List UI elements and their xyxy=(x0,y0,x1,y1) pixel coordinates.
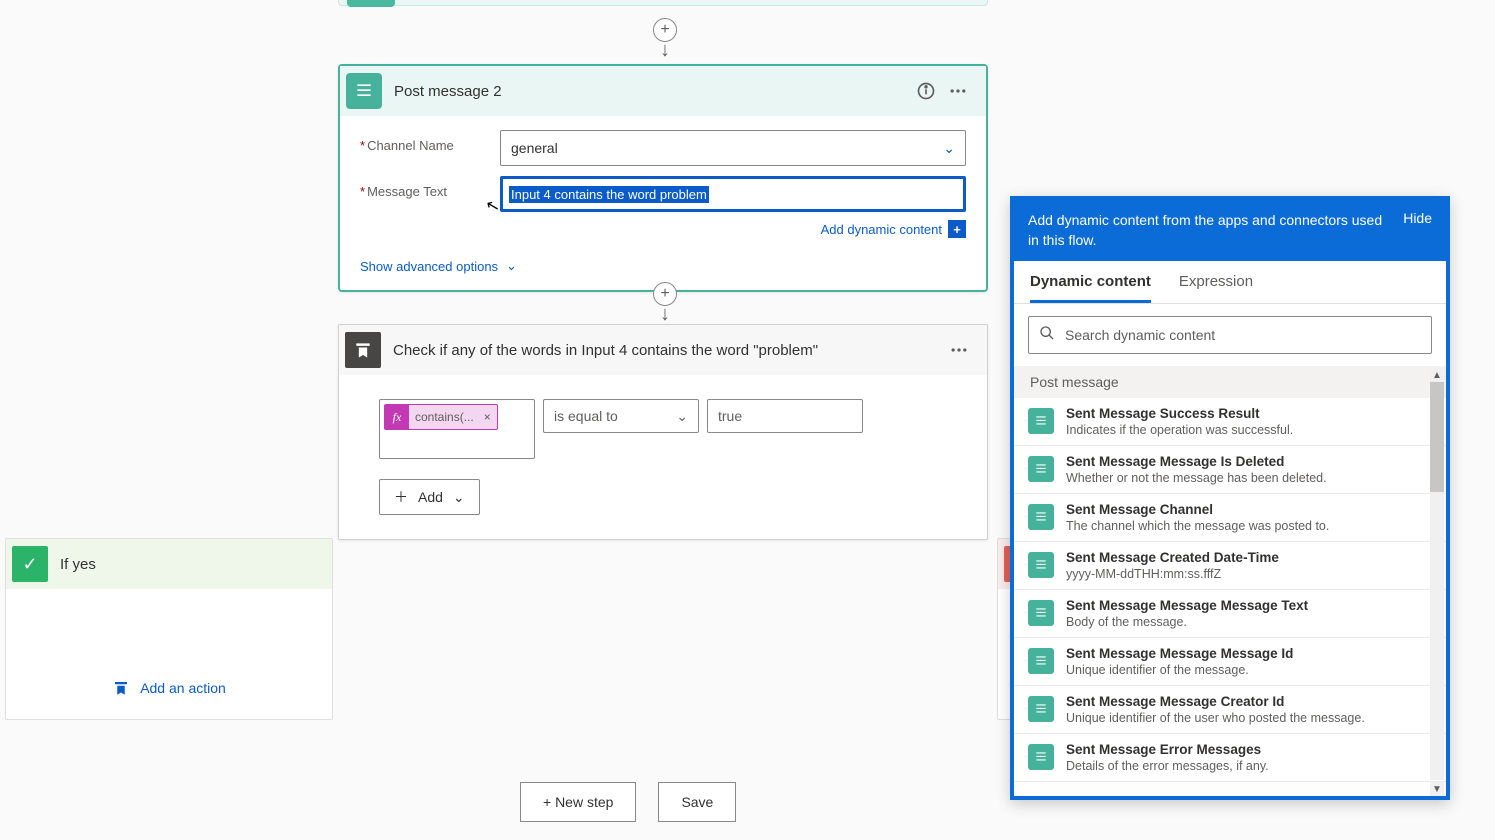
panel-description: Add dynamic content from the apps and co… xyxy=(1028,210,1389,251)
dynamic-content-item[interactable]: Sent Message Success Result Indicates if… xyxy=(1014,398,1446,446)
connector-add-2: + ↓ xyxy=(653,282,677,324)
connector-icon xyxy=(1028,408,1054,434)
item-title: Sent Message Message Message Id xyxy=(1066,646,1293,661)
card-title: Post message 2 xyxy=(394,83,910,100)
item-description: Indicates if the operation was successfu… xyxy=(1066,423,1293,437)
connector-icon xyxy=(1028,744,1054,770)
plus-icon: ＋ xyxy=(394,487,408,507)
scrollbar[interactable] xyxy=(1430,382,1444,780)
scrollbar-thumb[interactable] xyxy=(1430,382,1444,492)
info-button[interactable] xyxy=(910,75,942,107)
connector-icon xyxy=(1028,648,1054,674)
condition-left-input[interactable]: fx contains(... × xyxy=(379,399,535,459)
item-description: Whether or not the message has been dele… xyxy=(1066,471,1327,485)
add-condition-button[interactable]: ＋ Add ⌄ xyxy=(379,479,480,515)
branch-header[interactable]: ✓ If yes xyxy=(6,539,332,589)
item-description: Unique identifier of the user who posted… xyxy=(1066,711,1365,725)
more-menu-button[interactable] xyxy=(942,75,974,107)
group-header: Post message xyxy=(1014,366,1446,398)
save-button[interactable]: Save xyxy=(658,782,736,822)
dynamic-content-item[interactable]: Sent Message Message Message Text Body o… xyxy=(1014,590,1446,638)
chevron-down-icon: ⌄ xyxy=(676,408,688,425)
hide-panel-button[interactable]: Hide xyxy=(1403,210,1432,226)
footer-buttons: + New step Save xyxy=(520,782,736,822)
item-description: yyyy-MM-ddTHH:mm:ss.fffZ xyxy=(1066,567,1279,581)
more-menu-button[interactable] xyxy=(943,334,975,366)
card-header[interactable]: Check if any of the words in Input 4 con… xyxy=(339,325,987,375)
search-placeholder: Search dynamic content xyxy=(1065,327,1215,343)
item-title: Sent Message Created Date-Time xyxy=(1066,550,1279,565)
search-input[interactable]: Search dynamic content xyxy=(1028,316,1432,354)
condition-icon xyxy=(345,332,381,368)
panel-tabs: Dynamic content Expression xyxy=(1014,261,1446,304)
card-title: Check if any of the words in Input 4 con… xyxy=(393,342,943,359)
chevron-down-icon: ⌄ xyxy=(453,489,465,506)
add-action-button[interactable]: Add an action xyxy=(112,679,226,697)
dynamic-content-item[interactable]: Sent Message Created Date-Time yyyy-MM-d… xyxy=(1014,542,1446,590)
item-title: Sent Message Message Is Deleted xyxy=(1066,454,1327,469)
fx-icon: fx xyxy=(385,405,409,429)
channel-label: *Channel Name xyxy=(360,130,500,153)
tab-expression[interactable]: Expression xyxy=(1179,273,1253,303)
dynamic-content-panel: Add dynamic content from the apps and co… xyxy=(1010,196,1450,800)
connector-icon xyxy=(346,73,382,109)
message-text-selection: Input 4 contains the word problem xyxy=(509,186,709,203)
tab-dynamic-content[interactable]: Dynamic content xyxy=(1030,273,1151,303)
arrow-down-icon: ↓ xyxy=(660,40,670,60)
operator-select[interactable]: is equal to ⌄ xyxy=(543,399,699,433)
branch-title: If yes xyxy=(60,556,96,573)
check-icon: ✓ xyxy=(12,546,48,582)
branch-yes: ✓ If yes Add an action xyxy=(5,538,333,720)
item-description: The channel which the message was posted… xyxy=(1066,519,1329,533)
remove-token-button[interactable]: × xyxy=(478,410,497,424)
connector-icon xyxy=(1028,600,1054,626)
step-post-message-2: Post message 2 *Channel Name general ⌄ *… xyxy=(338,64,988,292)
item-title: Sent Message Success Result xyxy=(1066,406,1293,421)
show-advanced-options[interactable]: Show advanced options ⌄ xyxy=(360,258,966,274)
dynamic-content-item[interactable]: Sent Message Error Messages Details of t… xyxy=(1014,734,1446,782)
connector-icon xyxy=(1028,696,1054,722)
item-description: Body of the message. xyxy=(1066,615,1308,629)
scroll-down-arrow[interactable]: ▼ xyxy=(1430,782,1444,796)
message-text-input[interactable]: Input 4 contains the word problem xyxy=(500,176,966,212)
expression-token[interactable]: fx contains(... × xyxy=(384,404,498,430)
channel-select[interactable]: general ⌄ xyxy=(500,130,966,166)
scroll-up-arrow[interactable]: ▲ xyxy=(1430,368,1444,382)
dynamic-content-item[interactable]: Sent Message Message Message Id Unique i… xyxy=(1014,638,1446,686)
item-title: Sent Message Message Creator Id xyxy=(1066,694,1365,709)
item-description: Details of the error messages, if any. xyxy=(1066,759,1269,773)
condition-value-input[interactable]: true xyxy=(707,399,863,433)
new-step-button[interactable]: + New step xyxy=(520,782,636,822)
dynamic-content-item[interactable]: Sent Message Channel The channel which t… xyxy=(1014,494,1446,542)
step-condition: Check if any of the words in Input 4 con… xyxy=(338,324,988,540)
dynamic-content-item[interactable]: Sent Message Message Is Deleted Whether … xyxy=(1014,446,1446,494)
search-icon xyxy=(1039,325,1055,344)
connector-icon xyxy=(347,0,395,7)
connector-icon xyxy=(1028,456,1054,482)
card-header[interactable]: Post message 2 xyxy=(340,66,986,116)
item-description: Unique identifier of the message. xyxy=(1066,663,1293,677)
connector-icon xyxy=(1028,504,1054,530)
plus-icon: + xyxy=(948,220,966,238)
connector-add-1: + ↓ xyxy=(653,18,677,60)
step-post-message-prior[interactable] xyxy=(338,0,988,6)
arrow-down-icon: ↓ xyxy=(660,304,670,324)
item-title: Sent Message Error Messages xyxy=(1066,742,1269,757)
item-title: Sent Message Message Message Text xyxy=(1066,598,1308,613)
channel-value: general xyxy=(511,140,558,156)
chevron-down-icon: ⌄ xyxy=(943,140,955,157)
connector-icon xyxy=(1028,552,1054,578)
item-title: Sent Message Channel xyxy=(1066,502,1329,517)
dynamic-items-list[interactable]: Sent Message Success Result Indicates if… xyxy=(1014,398,1446,796)
add-dynamic-content-link[interactable]: Add dynamic content + xyxy=(500,220,966,238)
chevron-down-icon: ⌄ xyxy=(506,258,517,274)
dynamic-content-item[interactable]: Sent Message Message Creator Id Unique i… xyxy=(1014,686,1446,734)
panel-header: Add dynamic content from the apps and co… xyxy=(1014,200,1446,261)
message-label: *Message Text xyxy=(360,176,500,199)
